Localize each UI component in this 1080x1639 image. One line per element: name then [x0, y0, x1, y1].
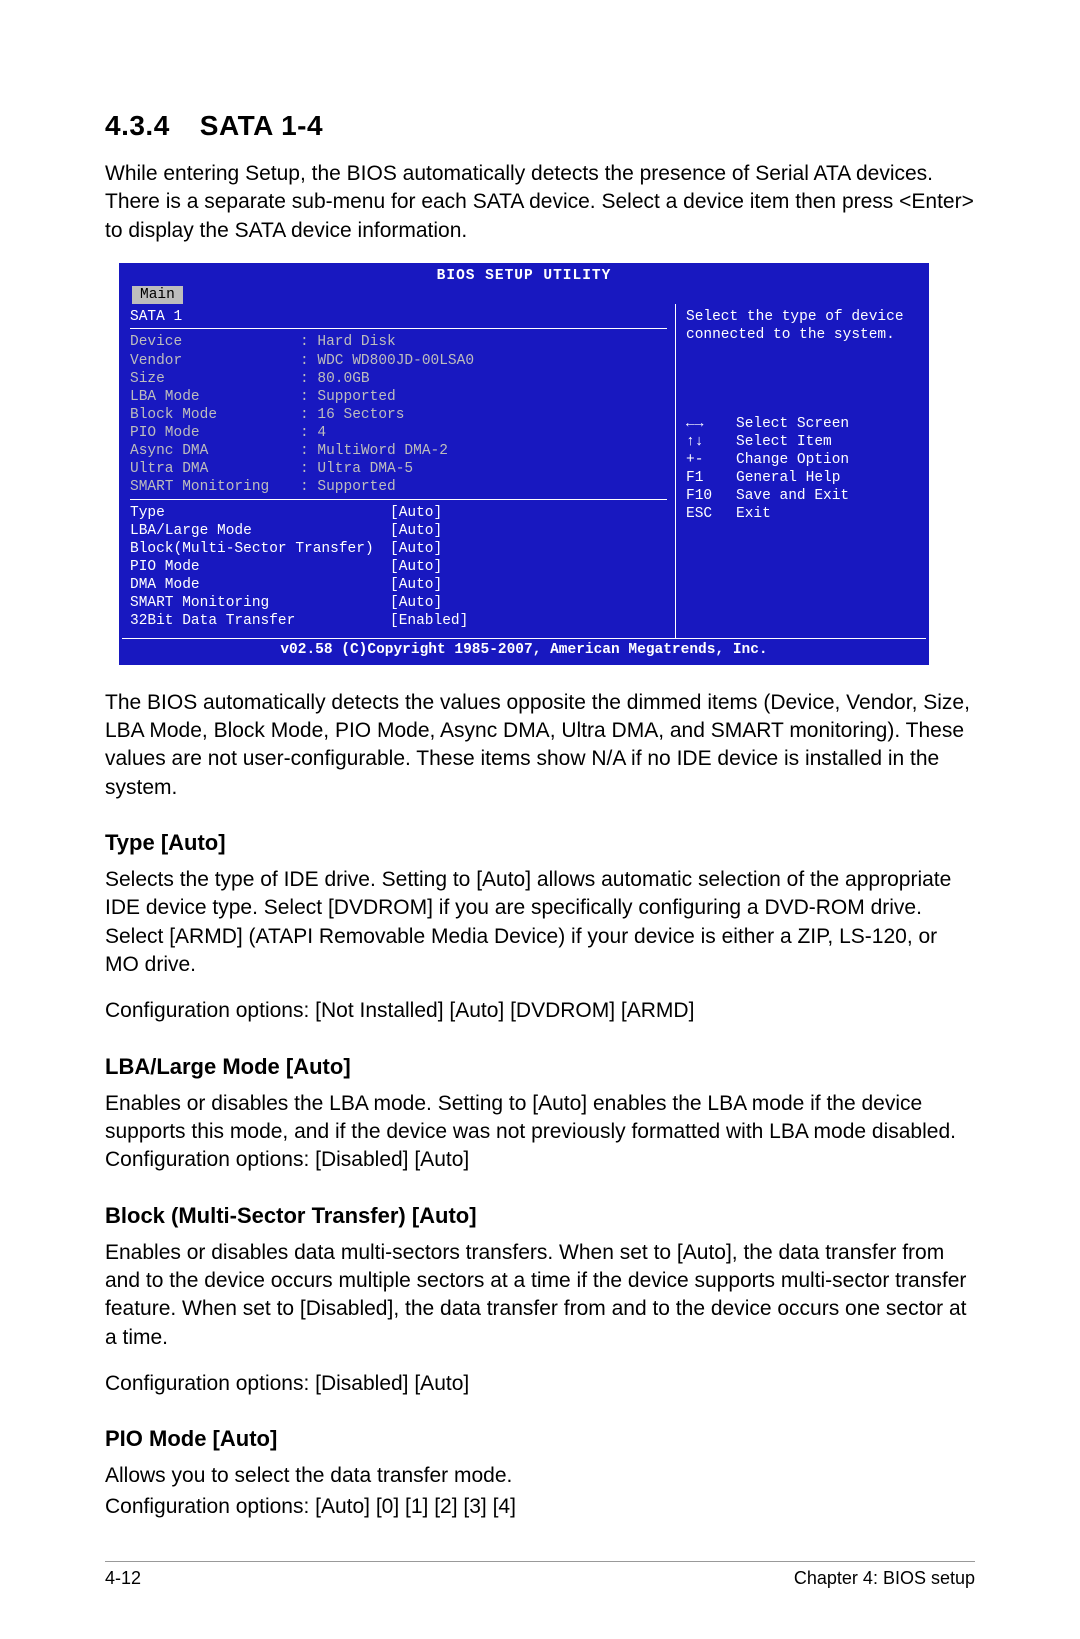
pio-paragraph-1: Allows you to select the data transfer m… [105, 1462, 975, 1490]
subheading-type: Type [Auto] [105, 830, 975, 856]
bios-nav-table: ←→Select Screen ↑↓Select Item +-Change O… [686, 415, 918, 524]
bios-option-row: 32Bit Data Transfer[Enabled] [130, 612, 667, 630]
bios-info-row: Ultra DMA: Ultra DMA-5 [130, 460, 667, 478]
after-bios-paragraph: The BIOS automatically detects the value… [105, 689, 975, 802]
bios-option-row: Block(Multi-Sector Transfer)[Auto] [130, 540, 667, 558]
subheading-lba: LBA/Large Mode [Auto] [105, 1054, 975, 1080]
manual-page: 4.3.4 SATA 1-4 While entering Setup, the … [0, 0, 1080, 1639]
lba-paragraph: Enables or disables the LBA mode. Settin… [105, 1090, 975, 1175]
bios-info-row: Block Mode: 16 Sectors [130, 406, 667, 424]
bios-info-row: SMART Monitoring: Supported [130, 478, 667, 496]
bios-option-row: DMA Mode[Auto] [130, 576, 667, 594]
bios-right-panel: Select the type of device connected to t… [676, 304, 926, 638]
bios-option-row: PIO Mode[Auto] [130, 558, 667, 576]
bios-info-row: Device: Hard Disk [130, 333, 667, 351]
bios-option-row: Type[Auto] [130, 504, 667, 522]
bios-nav-row: +-Change Option [686, 451, 918, 469]
bios-info-row: PIO Mode: 4 [130, 424, 667, 442]
bios-setup-screenshot: BIOS SETUP UTILITY Main SATA 1 Device: H… [119, 263, 929, 665]
subheading-block: Block (Multi-Sector Transfer) [Auto] [105, 1203, 975, 1229]
page-footer: 4-12 Chapter 4: BIOS setup [105, 1561, 975, 1589]
bios-tab-row: Main [122, 286, 926, 304]
type-paragraph-1: Selects the type of IDE drive. Setting t… [105, 866, 975, 979]
bios-divider [130, 499, 667, 500]
bios-info-row: Vendor: WDC WD800JD-00LSA0 [130, 352, 667, 370]
bios-nav-row: F1General Help [686, 469, 918, 487]
bios-nav-row: ↑↓Select Item [686, 433, 918, 451]
page-number: 4-12 [105, 1568, 141, 1589]
bios-help-text: Select the type of device connected to t… [686, 308, 918, 344]
arrows-ud-icon: ↑↓ [686, 433, 736, 451]
bios-panel-title: SATA 1 [130, 308, 667, 326]
section-title-text: SATA 1-4 [200, 110, 323, 141]
intro-paragraph: While entering Setup, the BIOS automatic… [105, 160, 975, 245]
bios-nav-row: ←→Select Screen [686, 415, 918, 433]
bios-left-panel: SATA 1 Device: Hard Disk Vendor: WDC WD8… [122, 304, 676, 638]
pio-paragraph-2: Configuration options: [Auto] [0] [1] [2… [105, 1493, 975, 1521]
bios-nav-row: F10Save and Exit [686, 487, 918, 505]
bios-footer: v02.58 (C)Copyright 1985-2007, American … [122, 638, 926, 661]
bios-options-table: Type[Auto] LBA/Large Mode[Auto] Block(Mu… [130, 504, 667, 631]
arrows-lr-icon: ←→ [686, 415, 736, 433]
section-heading: 4.3.4 SATA 1-4 [105, 110, 975, 142]
section-number: 4.3.4 [105, 110, 170, 141]
chapter-label: Chapter 4: BIOS setup [794, 1568, 975, 1589]
block-paragraph-2: Configuration options: [Disabled] [Auto] [105, 1370, 975, 1398]
bios-nav-row: ESCExit [686, 505, 918, 523]
bios-tab-main: Main [132, 286, 183, 304]
subheading-pio: PIO Mode [Auto] [105, 1426, 975, 1452]
bios-info-row: Size: 80.0GB [130, 370, 667, 388]
bios-utility-title: BIOS SETUP UTILITY [122, 266, 926, 286]
type-paragraph-2: Configuration options: [Not Installed] [… [105, 997, 975, 1025]
bios-option-row: LBA/Large Mode[Auto] [130, 522, 667, 540]
bios-body: SATA 1 Device: Hard Disk Vendor: WDC WD8… [122, 304, 926, 638]
bios-info-table: Device: Hard Disk Vendor: WDC WD800JD-00… [130, 333, 667, 496]
bios-option-row: SMART Monitoring[Auto] [130, 594, 667, 612]
bios-info-row: LBA Mode: Supported [130, 388, 667, 406]
bios-info-row: Async DMA: MultiWord DMA-2 [130, 442, 667, 460]
bios-divider [130, 328, 667, 329]
block-paragraph-1: Enables or disables data multi-sectors t… [105, 1239, 975, 1352]
